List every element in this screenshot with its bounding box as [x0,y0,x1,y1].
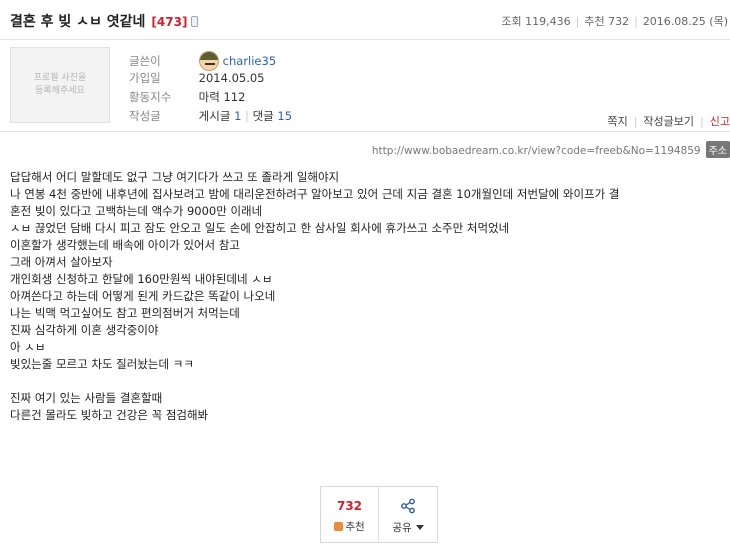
report-link[interactable]: 신고 [710,115,730,128]
views-count: 119,436 [525,15,571,28]
recommend-button-count: 732 [336,499,363,513]
author-label: 글쓴이 [129,54,161,68]
content-line: ㅅㅂ 끊었던 담배 다시 피고 잠도 안오고 일도 손에 안잡히고 한 삼사일 … [10,221,510,235]
content-line: 아 ㅅㅂ [10,340,46,354]
content-line: 빚있는줄 모르고 차도 질러놨는데 ㅋㅋ [10,357,194,371]
post-meta: 조회 119,436 | 추천 732 | 2016.08.25 (목) [501,15,728,28]
post-title-area: 결혼 후 빚 ㅅㅂ 엿같네 [473] [10,11,199,31]
post-header: 결혼 후 빚 ㅅㅂ 엿같네 [473] 조회 119,436 | 추천 732 | 201… [0,0,730,40]
share-icon [401,498,415,514]
content-line: 그래 아껴서 살아보자 [10,255,113,269]
message-link[interactable]: 쪽지 [607,115,627,128]
post-content: 답답해서 어디 말할데도 없구 그냥 여기다가 쓰고 또 졸라게 일해야지 나 … [10,169,726,424]
author-profile: 프로필 사진을 등록해주세요 글쓴이 charlie35 가입일 2014.05… [0,40,730,132]
posts-count[interactable]: 1 [234,109,241,123]
recommend-button[interactable]: 732 추천 [321,487,379,542]
content-line: 개인회생 신청하고 한달에 160만원씩 내야된데네 ㅅㅂ [10,272,273,286]
recommend-button-label: 추천 [345,521,365,533]
avatar-icon[interactable] [198,51,219,71]
post-url[interactable]: http://www.bobaedream.co.kr/view?code=fr… [372,145,701,157]
author-row: 글쓴이 charlie35 [129,51,276,71]
profile-photo-text: 프로필 사진을 등록해주세요 [33,73,87,96]
content-line: 진짜 심각하게 이혼 생각중이야 [10,323,159,337]
post-url-row: http://www.bobaedream.co.kr/view?code=fr… [372,141,730,158]
chevron-down-icon [415,525,424,530]
content-line-blank [10,373,726,390]
share-button[interactable]: 공유 [379,487,437,542]
share-button-label: 공유 [392,522,412,534]
activity-value: 마력 112 [198,90,246,104]
recommend-label: 추천 [584,15,605,28]
content-line: 이혼할가 생각했는데 배속에 아이가 있어서 참고 [10,238,240,252]
join-date-label: 가입일 [129,71,161,85]
comments-count[interactable]: 15 [277,109,292,123]
views-label: 조회 [501,15,522,28]
activity-label: 활동지수 [129,90,172,104]
content-line: 나는 빅맥 먹고싶어도 참고 편의점버거 처먹는데 [10,306,240,320]
content-line: 혼전 빚이 있다고 고백하는데 액수가 9000만 이래네 [10,204,263,218]
comment-count[interactable]: [473] [151,15,187,29]
content-line: 다른건 몰라도 빚하고 건강은 꼭 점검해봐 [10,408,209,422]
content-line: 나 연봉 4천 중반에 내후년에 집사보려고 밤에 대리운전하려구 알아보고 있… [10,187,620,201]
profile-photo-placeholder: 프로필 사진을 등록해주세요 [10,47,110,123]
posts-label[interactable]: 게시글 [199,109,231,123]
copy-url-button[interactable]: 주소 [705,141,730,158]
content-line: 답답해서 어디 말할데도 없구 그냥 여기다가 쓰고 또 졸라게 일해야지 [10,170,340,184]
thumbs-up-icon [334,522,344,531]
post-date: 2016.08.25 (목) [642,15,728,28]
view-posts-link[interactable]: 작성글보기 [643,115,694,128]
content-line: 진짜 여기 있는 사람들 결혼할때 [10,391,163,405]
content-line: 아껴쓴다고 하는데 어떻게 된게 카드값은 똑같이 나오네 [10,289,276,303]
author-nickname[interactable]: charlie35 [223,54,277,68]
activity-row: 활동지수 마력 112 [129,89,245,105]
written-label: 작성글 [129,109,161,123]
written-row: 작성글 게시글 1 | 댓글 15 [129,109,293,123]
post-actions: 732 추천 공유 [320,486,438,543]
post-title: 결혼 후 빚 ㅅㅂ 엿같네 [10,14,146,30]
profile-links: 쪽지 | 작성글보기 | 신고 [607,115,730,128]
recommend-count: 732 [608,15,630,28]
comments-label[interactable]: 댓글 [253,109,274,123]
join-date-row: 가입일 2014.05.05 [129,70,265,86]
mobile-icon [191,16,199,27]
join-date-value: 2014.05.05 [198,71,265,85]
